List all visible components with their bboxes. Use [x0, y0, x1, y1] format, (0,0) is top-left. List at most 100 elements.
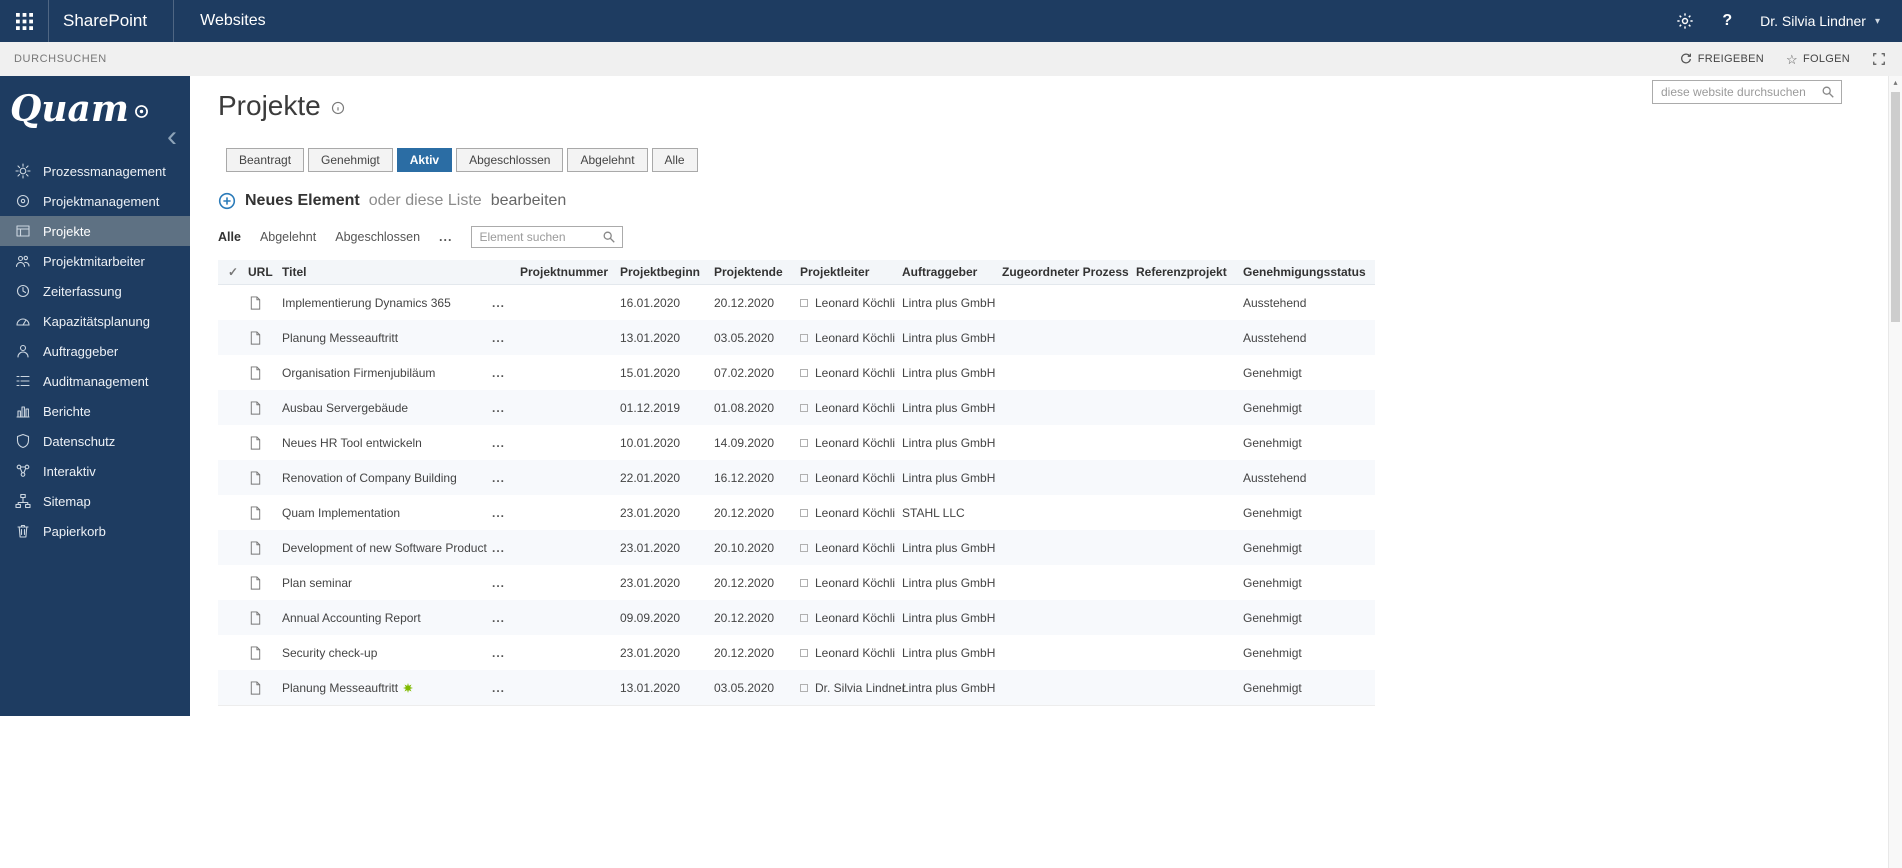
document-icon[interactable] — [248, 400, 282, 416]
scrollbar-thumb[interactable] — [1891, 92, 1900, 322]
suite-nav-websites[interactable]: Websites — [173, 0, 292, 42]
sidebar-item[interactable]: Auftraggeber — [0, 336, 190, 366]
list-search-input[interactable] — [472, 230, 603, 244]
sidebar-item[interactable]: Auditmanagement — [0, 366, 190, 396]
document-icon[interactable] — [248, 435, 282, 451]
new-element-link[interactable]: Neues Element — [245, 192, 360, 210]
projektleiter-link[interactable]: Leonard Köchli — [815, 646, 895, 660]
sidebar-item[interactable]: Datenschutz — [0, 426, 190, 456]
projektleiter-link[interactable]: Leonard Köchli — [815, 401, 895, 415]
document-icon[interactable] — [248, 680, 282, 696]
view-link[interactable]: Abgelehnt — [260, 230, 316, 244]
project-title-link[interactable]: Neues HR Tool entwickeln — [282, 436, 422, 450]
sidebar-item[interactable]: Interaktiv — [0, 456, 190, 486]
projektleiter-link[interactable]: Leonard Köchli — [815, 541, 895, 555]
row-menu-ellipsis[interactable]: ... — [492, 401, 520, 415]
projektleiter-link[interactable]: Dr. Silvia Lindner — [815, 681, 906, 695]
column-header-auftraggeber[interactable]: Auftraggeber — [902, 265, 1002, 279]
column-header-projektnummer[interactable]: Projektnummer — [520, 265, 620, 279]
sidebar-item[interactable]: Berichte — [0, 396, 190, 426]
table-row[interactable]: Organisation Firmenjubiläum ... 15.01.20… — [218, 355, 1375, 390]
document-icon[interactable] — [248, 645, 282, 661]
column-header-projektleiter[interactable]: Projektleiter — [800, 265, 902, 279]
status-filter-button[interactable]: Aktiv — [396, 148, 453, 172]
settings-gear-icon[interactable] — [1676, 12, 1694, 30]
sidebar-item[interactable]: Kapazitätsplanung — [0, 306, 190, 336]
follow-button[interactable]: ☆ FOLGEN — [1786, 53, 1850, 66]
project-title-link[interactable]: Plan seminar — [282, 576, 352, 590]
table-row[interactable]: Plan seminar ... 23.01.2020 20.12.2020 L… — [218, 565, 1375, 600]
sidebar-item[interactable]: Projekte — [0, 216, 190, 246]
user-menu[interactable]: Dr. Silvia Lindner ▾ — [1760, 13, 1880, 29]
row-menu-ellipsis[interactable]: ... — [492, 576, 520, 590]
search-icon[interactable] — [1821, 85, 1835, 99]
status-filter-button[interactable]: Alle — [651, 148, 698, 172]
status-filter-button[interactable]: Genehmigt — [308, 148, 393, 172]
vertical-scrollbar[interactable]: ▴ — [1888, 76, 1902, 868]
projektleiter-link[interactable]: Leonard Köchli — [815, 331, 895, 345]
document-icon[interactable] — [248, 575, 282, 591]
project-title-link[interactable]: Ausbau Servergebäude — [282, 401, 408, 415]
row-menu-ellipsis[interactable]: ... — [492, 436, 520, 450]
projektleiter-link[interactable]: Leonard Köchli — [815, 366, 895, 380]
document-icon[interactable] — [248, 505, 282, 521]
projektleiter-link[interactable]: Leonard Köchli — [815, 506, 895, 520]
status-filter-button[interactable]: Abgeschlossen — [456, 148, 564, 172]
table-row[interactable]: Planung Messeauftritt ... 13.01.2020 03.… — [218, 670, 1375, 705]
focus-mode-button[interactable] — [1872, 52, 1886, 66]
quam-logo[interactable]: Quam — [0, 76, 190, 130]
project-title-link[interactable]: Renovation of Company Building — [282, 471, 457, 485]
row-menu-ellipsis[interactable]: ... — [492, 471, 520, 485]
status-filter-button[interactable]: Beantragt — [226, 148, 305, 172]
projektleiter-link[interactable]: Leonard Köchli — [815, 436, 895, 450]
site-search-input[interactable] — [1653, 85, 1821, 99]
row-menu-ellipsis[interactable]: ... — [492, 681, 520, 695]
column-header-titel[interactable]: Titel — [282, 265, 492, 279]
table-row[interactable]: Annual Accounting Report ... 09.09.2020 … — [218, 600, 1375, 635]
row-menu-ellipsis[interactable]: ... — [492, 646, 520, 660]
document-icon[interactable] — [248, 295, 282, 311]
table-row[interactable]: Ausbau Servergebäude ... 01.12.2019 01.0… — [218, 390, 1375, 425]
table-row[interactable]: Development of new Software Product ... … — [218, 530, 1375, 565]
scroll-up-arrow-icon[interactable]: ▴ — [1889, 78, 1902, 87]
project-title-link[interactable]: Security check-up — [282, 646, 377, 660]
project-title-link[interactable]: Organisation Firmenjubiläum — [282, 366, 435, 380]
column-header-genehmigungsstatus[interactable]: Genehmigungsstatus — [1243, 265, 1375, 279]
project-title-link[interactable]: Planung Messeauftritt — [282, 331, 398, 345]
suite-brand-sharepoint[interactable]: SharePoint — [48, 0, 173, 42]
sidebar-item[interactable]: Papierkorb — [0, 516, 190, 546]
column-header-zugeordneter-prozess[interactable]: Zugeordneter Prozess — [1002, 265, 1136, 279]
row-menu-ellipsis[interactable]: ... — [492, 611, 520, 625]
projektleiter-link[interactable]: Leonard Köchli — [815, 296, 895, 310]
column-header-url[interactable]: URL — [248, 265, 282, 279]
edit-list-link[interactable]: bearbeiten — [491, 192, 567, 210]
sidebar-item[interactable]: Projektmitarbeiter — [0, 246, 190, 276]
table-row[interactable]: Renovation of Company Building ... 22.01… — [218, 460, 1375, 495]
view-link[interactable]: Abgeschlossen — [335, 230, 420, 244]
help-icon[interactable]: ? — [1722, 12, 1732, 30]
document-icon[interactable] — [248, 610, 282, 626]
table-row[interactable]: Implementierung Dynamics 365 ... 16.01.2… — [218, 285, 1375, 320]
sidebar-collapse-chevron[interactable]: ‹ — [167, 122, 177, 152]
project-title-link[interactable]: Development of new Software Product — [282, 541, 487, 555]
column-header-referenzprojekt[interactable]: Referenzprojekt — [1136, 265, 1243, 279]
project-title-link[interactable]: Planung Messeauftritt — [282, 681, 398, 695]
column-header-projektbeginn[interactable]: Projektbeginn — [620, 265, 714, 279]
row-menu-ellipsis[interactable]: ... — [492, 541, 520, 555]
row-menu-ellipsis[interactable]: ... — [492, 366, 520, 380]
project-title-link[interactable]: Annual Accounting Report — [282, 611, 421, 625]
projektleiter-link[interactable]: Leonard Köchli — [815, 611, 895, 625]
sidebar-item[interactable]: Sitemap — [0, 486, 190, 516]
sidebar-item[interactable]: Projektmanagement — [0, 186, 190, 216]
table-row[interactable]: Quam Implementation ... 23.01.2020 20.12… — [218, 495, 1375, 530]
document-icon[interactable] — [248, 540, 282, 556]
projektleiter-link[interactable]: Leonard Köchli — [815, 471, 895, 485]
ribbon-tab-browse[interactable]: DURCHSUCHEN — [14, 53, 107, 65]
list-search-icon[interactable] — [602, 230, 616, 244]
info-icon[interactable] — [331, 101, 345, 115]
sidebar-item[interactable]: Prozessmanagement — [0, 156, 190, 186]
table-row[interactable]: Neues HR Tool entwickeln ... 10.01.2020 … — [218, 425, 1375, 460]
document-icon[interactable] — [248, 365, 282, 381]
row-menu-ellipsis[interactable]: ... — [492, 506, 520, 520]
sidebar-item[interactable]: Zeiterfassung — [0, 276, 190, 306]
